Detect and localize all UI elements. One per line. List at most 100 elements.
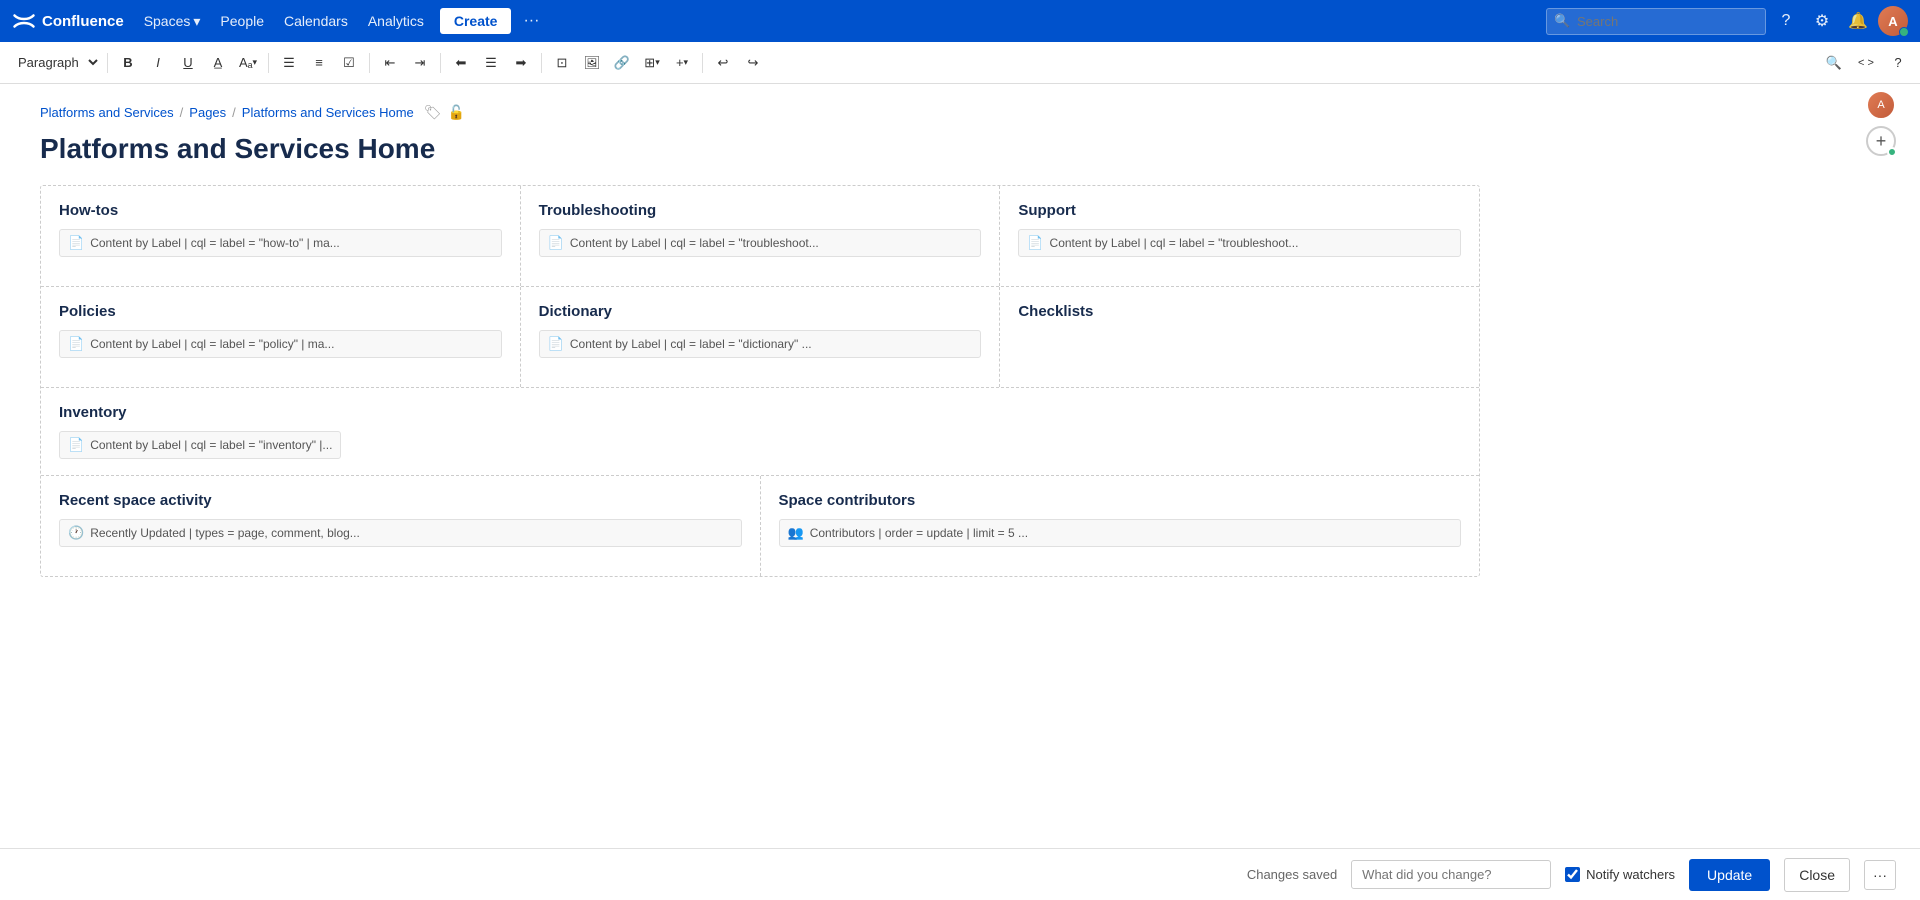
spaces-menu[interactable]: Spaces ▾: [136, 9, 209, 34]
people-menu[interactable]: People: [212, 9, 272, 33]
breadcrumb-space-link[interactable]: Platforms and Services: [40, 105, 174, 120]
collaborator-avatar[interactable]: A: [1866, 90, 1896, 120]
help-icon[interactable]: ?: [1770, 5, 1802, 37]
dictionary-cell: Dictionary 📄 Content by Label | cql = la…: [521, 287, 1001, 387]
clock-icon: 🕐: [68, 525, 84, 541]
insert-more-button[interactable]: + ▾: [668, 49, 696, 77]
logo-text: Confluence: [42, 13, 124, 30]
topnav-right: 🔍 ? ⚙ 🔔 A: [1546, 5, 1908, 37]
code-view-button[interactable]: < >: [1852, 49, 1880, 77]
checklists-title: Checklists: [1018, 303, 1461, 320]
policies-macro[interactable]: 📄 Content by Label | cql = label = "poli…: [59, 330, 502, 358]
calendars-menu[interactable]: Calendars: [276, 9, 356, 33]
paragraph-style-select[interactable]: Paragraph: [8, 50, 101, 75]
troubleshooting-macro-text: Content by Label | cql = label = "troubl…: [570, 236, 819, 250]
outdent-button[interactable]: ⇤: [376, 49, 404, 77]
contributors-macro-text: Contributors | order = update | limit = …: [810, 526, 1028, 540]
analytics-menu[interactable]: Analytics: [360, 9, 432, 33]
settings-icon[interactable]: ⚙: [1806, 5, 1838, 37]
more-options-button[interactable]: ···: [1864, 860, 1896, 890]
search-input[interactable]: [1546, 8, 1766, 35]
close-button[interactable]: Close: [1784, 858, 1850, 892]
toolbar-divider-4: [440, 53, 441, 73]
create-button[interactable]: Create: [440, 8, 512, 34]
troubleshooting-macro[interactable]: 📄 Content by Label | cql = label = "trou…: [539, 229, 982, 257]
breadcrumb-current-link[interactable]: Platforms and Services Home: [242, 105, 414, 120]
breadcrumb: Platforms and Services / Pages / Platfor…: [40, 104, 1480, 121]
bold-button[interactable]: B: [114, 49, 142, 77]
document-icon: 📄: [68, 235, 84, 251]
page-content: Platforms and Services / Pages / Platfor…: [0, 84, 1520, 599]
text-color-button[interactable]: A̲: [204, 49, 232, 77]
document-icon-2: 📄: [548, 235, 564, 251]
people-icon: 👥: [788, 525, 804, 541]
user-avatar-wrap: A: [1878, 6, 1908, 36]
search-replace-button[interactable]: 🔍: [1820, 49, 1848, 77]
section-row-4: Recent space activity 🕐 Recently Updated…: [41, 476, 1479, 576]
toolbar-divider-5: [541, 53, 542, 73]
insert-table-button[interactable]: ⊞ ▾: [638, 49, 666, 77]
recent-activity-cell: Recent space activity 🕐 Recently Updated…: [41, 476, 761, 576]
avatar-status-badge: [1899, 27, 1909, 37]
change-description-input[interactable]: [1351, 860, 1551, 889]
support-title: Support: [1018, 202, 1461, 219]
task-list-button[interactable]: ☑: [335, 49, 363, 77]
indent-button[interactable]: ⇥: [406, 49, 434, 77]
italic-button[interactable]: I: [144, 49, 172, 77]
policies-macro-text: Content by Label | cql = label = "policy…: [90, 337, 334, 351]
troubleshooting-cell: Troubleshooting 📄 Content by Label | cql…: [521, 186, 1001, 286]
bullet-list-button[interactable]: ☰: [275, 49, 303, 77]
breadcrumb-sep-1: /: [180, 105, 184, 120]
dictionary-macro[interactable]: 📄 Content by Label | cql = label = "dict…: [539, 330, 982, 358]
bottom-bar: Changes saved Notify watchers Update Clo…: [0, 848, 1920, 900]
breadcrumb-sep-2: /: [232, 105, 236, 120]
troubleshooting-title: Troubleshooting: [539, 202, 982, 219]
align-center-button[interactable]: ☰: [477, 49, 505, 77]
align-right-button[interactable]: ➡: [507, 49, 535, 77]
dictionary-title: Dictionary: [539, 303, 982, 320]
right-float-panel: A +: [1866, 90, 1896, 156]
insert-link-button[interactable]: 🔗: [608, 49, 636, 77]
topnav-more-button[interactable]: ···: [515, 8, 547, 34]
confluence-logo[interactable]: Confluence: [12, 9, 124, 33]
notifications-icon[interactable]: 🔔: [1842, 5, 1874, 37]
inventory-title: Inventory: [59, 404, 1461, 421]
contributors-title: Space contributors: [779, 492, 1462, 509]
contributors-macro[interactable]: 👥 Contributors | order = update | limit …: [779, 519, 1462, 547]
redo-button[interactable]: ↪: [739, 49, 767, 77]
section-row-1: How-tos 📄 Content by Label | cql = label…: [41, 186, 1479, 287]
editor-toolbar: Paragraph B I U A̲ Aₐ ▾ ☰ ≡ ☑ ⇤ ⇥ ⬅ ☰ ➡ …: [0, 42, 1920, 84]
insert-image-button[interactable]: 🖼: [578, 49, 606, 77]
expand-button[interactable]: ⊡: [548, 49, 576, 77]
document-icon-6: 📄: [68, 437, 84, 453]
restrict-icon[interactable]: 🔓: [448, 104, 465, 121]
recent-activity-macro[interactable]: 🕐 Recently Updated | types = page, comme…: [59, 519, 742, 547]
recent-activity-macro-text: Recently Updated | types = page, comment…: [90, 526, 360, 540]
section-row-2: Policies 📄 Content by Label | cql = labe…: [41, 287, 1479, 388]
breadcrumb-actions: 🏷 🔓: [424, 104, 465, 121]
align-left-button[interactable]: ⬅: [447, 49, 475, 77]
dictionary-macro-text: Content by Label | cql = label = "dictio…: [570, 337, 812, 351]
text-format-button[interactable]: Aₐ ▾: [234, 49, 262, 77]
changes-saved-text: Changes saved: [1247, 867, 1337, 882]
toolbar-divider-2: [268, 53, 269, 73]
toolbar-right: 🔍 < > ?: [1820, 49, 1912, 77]
notify-watchers-checkbox[interactable]: [1565, 867, 1580, 882]
update-button[interactable]: Update: [1689, 859, 1770, 891]
support-macro[interactable]: 📄 Content by Label | cql = label = "trou…: [1018, 229, 1461, 257]
underline-button[interactable]: U: [174, 49, 202, 77]
label-icon[interactable]: 🏷: [424, 104, 442, 121]
inventory-macro-text: Content by Label | cql = label = "invent…: [90, 438, 332, 452]
how-tos-macro[interactable]: 📄 Content by Label | cql = label = "how-…: [59, 229, 502, 257]
numbered-list-button[interactable]: ≡: [305, 49, 333, 77]
breadcrumb-pages-link[interactable]: Pages: [189, 105, 226, 120]
page-title: Platforms and Services Home: [40, 133, 1480, 165]
document-icon-4: 📄: [68, 336, 84, 352]
policies-cell: Policies 📄 Content by Label | cql = labe…: [41, 287, 521, 387]
undo-button[interactable]: ↩: [709, 49, 737, 77]
help-toolbar-button[interactable]: ?: [1884, 49, 1912, 77]
content-grid: How-tos 📄 Content by Label | cql = label…: [40, 185, 1480, 577]
checklists-cell: Checklists: [1000, 287, 1479, 387]
section-row-3: Inventory 📄 Content by Label | cql = lab…: [41, 388, 1479, 476]
inventory-macro[interactable]: 📄 Content by Label | cql = label = "inve…: [59, 431, 341, 459]
